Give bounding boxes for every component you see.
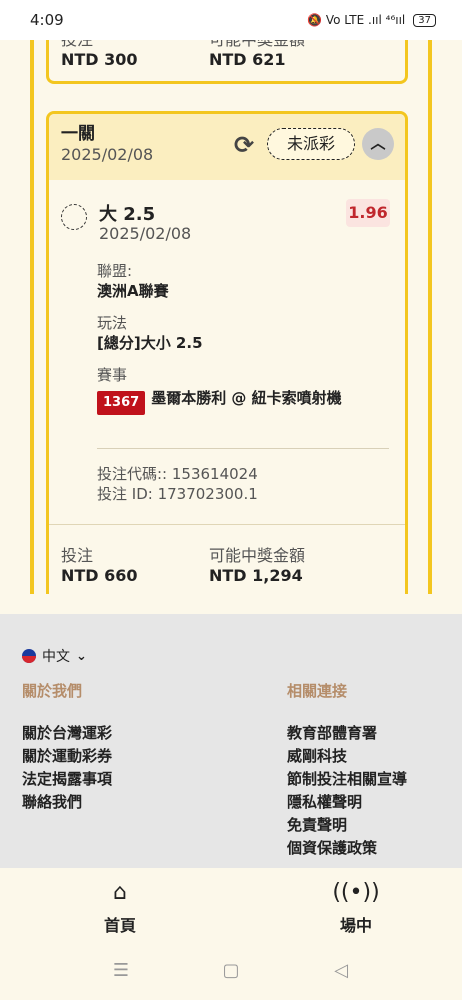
- odds-badge: 1.96: [346, 199, 390, 227]
- about-heading: 關於我們: [22, 682, 83, 700]
- site-footer: 中文 ⌄ 關於我們 相關連接 關於台灣運彩 關於運動彩券 法定揭露事項 聯絡我們…: [0, 614, 462, 868]
- event-code-badge: 1367: [97, 391, 146, 415]
- settlement-status-badge: 未派彩: [267, 128, 355, 160]
- payout-label: 可能中獎金額: [209, 546, 306, 565]
- market-field: 玩法 [總分]大小 2.5: [97, 314, 203, 353]
- league-value: 澳洲A聯賽: [97, 282, 169, 300]
- selection-date: 2025/02/08: [99, 224, 192, 243]
- status-icons: 🔕 Vo LTE .ııl ⁴⁶ııl 37: [307, 13, 436, 27]
- league-field: 聯盟: 澳洲A聯賽: [97, 262, 169, 301]
- divider: [97, 448, 389, 449]
- system-nav-bar: ☰ ▢ ◁: [0, 944, 462, 1000]
- bet-id: 投注 ID: 173702300.1: [97, 485, 258, 503]
- home-icon: ⌂: [113, 880, 127, 905]
- event-field: 賽事 1367 墨爾本勝利 @ 紐卡索噴射機: [97, 366, 351, 415]
- stake-label: 投注: [61, 40, 209, 50]
- language-label: 中文: [42, 649, 70, 665]
- nav-live-label: 場中: [339, 916, 372, 935]
- nav-home[interactable]: ⌂ 首頁: [70, 880, 170, 936]
- nav-home-label: 首頁: [103, 916, 136, 935]
- payout-value: NTD 621: [209, 50, 286, 69]
- status-time: 4:09: [30, 11, 64, 29]
- divider: [49, 524, 405, 525]
- market-value: [總分]大小 2.5: [97, 334, 203, 352]
- broadcast-icon: ((•)): [332, 880, 380, 905]
- stake-value: NTD 300: [61, 50, 138, 69]
- footer-link[interactable]: 個資保護政策: [287, 837, 407, 860]
- bet-code: 投注代碼:: 153614024: [97, 465, 258, 483]
- leg-card-totals: 投注 NTD 660 可能中獎金額 NTD 1,294: [61, 546, 357, 586]
- related-links: 教育部體育署 威剛科技 節制投注相關宣導 隱私權聲明 免責聲明 個資保護政策: [287, 722, 407, 860]
- leg-card: 一關 2025/02/08 ⟳ 未派彩 ︿ 大 2.5 2025/02/08 1…: [46, 111, 408, 594]
- bet-slip-rail: [428, 40, 432, 594]
- event-name: 墨爾本勝利 @ 紐卡索噴射機: [151, 389, 342, 407]
- event-label: 賽事: [97, 366, 128, 384]
- footer-link[interactable]: 關於台灣運彩: [22, 722, 112, 745]
- related-heading: 相關連接: [287, 682, 348, 700]
- footer-link[interactable]: 節制投注相關宣導: [287, 768, 407, 791]
- league-label: 聯盟:: [97, 262, 133, 280]
- footer-link[interactable]: 免責聲明: [287, 814, 407, 837]
- selection-radio[interactable]: [61, 204, 87, 230]
- footer-link[interactable]: 教育部體育署: [287, 722, 407, 745]
- footer-link[interactable]: 法定揭露事項: [22, 768, 112, 791]
- previous-bet-card: 投注 NTD 300 可能中獎金額 NTD 621: [46, 40, 408, 84]
- back-icon[interactable]: ◁: [326, 960, 356, 981]
- language-selector[interactable]: 中文 ⌄: [22, 646, 87, 666]
- bet-slip-rail: [30, 40, 34, 594]
- taiwan-flag-icon: [22, 649, 36, 663]
- stake-value: NTD 660: [61, 566, 138, 585]
- status-bar: 4:09 🔕 Vo LTE .ııl ⁴⁶ııl 37: [0, 0, 462, 40]
- footer-link[interactable]: 聯絡我們: [22, 791, 112, 814]
- leg-card-header: 一關 2025/02/08 ⟳ 未派彩 ︿: [49, 114, 405, 180]
- about-links: 關於台灣運彩 關於運動彩券 法定揭露事項 聯絡我們: [22, 722, 112, 814]
- battery-icon: 37: [413, 13, 436, 27]
- footer-link[interactable]: 隱私權聲明: [287, 791, 407, 814]
- footer-link[interactable]: 關於運動彩券: [22, 745, 112, 768]
- nav-live[interactable]: ((•)) 場中: [306, 880, 406, 936]
- payout-label: 可能中獎金額: [209, 40, 357, 50]
- menu-icon[interactable]: ☰: [106, 960, 136, 981]
- market-label: 玩法: [97, 314, 128, 332]
- bet-scroll-area[interactable]: 投注 NTD 300 可能中獎金額 NTD 621 一關 2025/02/08 …: [0, 40, 462, 594]
- bet-codes: 投注代碼:: 153614024 投注 ID: 173702300.1: [97, 464, 258, 504]
- selection-pick: 大 2.5: [99, 204, 156, 225]
- collapse-chevron-up-icon[interactable]: ︿: [362, 128, 394, 160]
- payout-value: NTD 1,294: [209, 566, 303, 585]
- home-square-icon[interactable]: ▢: [216, 960, 246, 981]
- stake-label: 投注: [61, 546, 94, 565]
- chevron-down-icon: ⌄: [76, 648, 87, 664]
- signal-icons: 🔕 Vo LTE .ııl ⁴⁶ııl: [307, 13, 406, 27]
- refresh-icon[interactable]: ⟳: [231, 132, 257, 158]
- bottom-nav: ⌂ 首頁 ((•)) 場中: [0, 868, 462, 944]
- footer-link[interactable]: 威剛科技: [287, 745, 407, 768]
